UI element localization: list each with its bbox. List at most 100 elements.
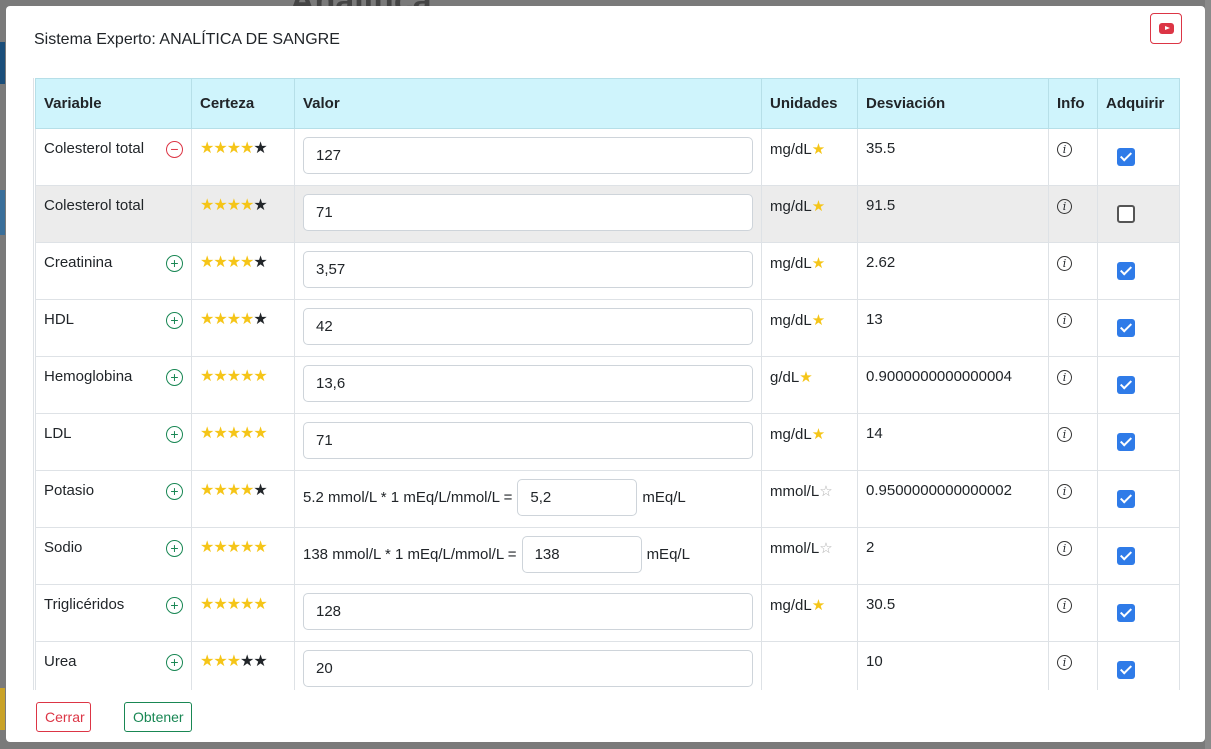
acquire-checkbox[interactable] xyxy=(1117,205,1135,223)
certainty-stars[interactable]: ★★★★★ xyxy=(200,368,268,385)
value-input[interactable] xyxy=(303,365,753,402)
plus-circle-icon[interactable]: + xyxy=(166,483,183,500)
minus-circle-icon[interactable]: − xyxy=(166,141,183,158)
unit-star-icon[interactable]: ★ xyxy=(812,426,825,443)
star-icon[interactable]: ★ xyxy=(240,482,254,499)
acquire-checkbox[interactable] xyxy=(1117,262,1135,280)
info-icon[interactable]: i xyxy=(1057,142,1072,157)
value-input[interactable] xyxy=(303,251,753,288)
certainty-stars[interactable]: ★★★★★ xyxy=(200,140,268,157)
unit-star-outline-icon[interactable]: ☆ xyxy=(819,483,832,500)
star-icon[interactable]: ★ xyxy=(213,425,227,442)
unit-star-icon[interactable]: ★ xyxy=(812,255,825,272)
info-icon[interactable]: i xyxy=(1057,427,1072,442)
value-input[interactable] xyxy=(303,137,753,174)
plus-circle-icon[interactable]: + xyxy=(166,654,183,671)
certainty-stars[interactable]: ★★★★★ xyxy=(200,539,268,556)
value-input[interactable] xyxy=(303,650,753,687)
plus-circle-icon[interactable]: + xyxy=(166,312,183,329)
star-icon[interactable]: ★ xyxy=(200,425,214,442)
info-icon[interactable]: i xyxy=(1057,484,1072,499)
star-icon[interactable]: ★ xyxy=(227,311,241,328)
star-icon[interactable]: ★ xyxy=(227,425,241,442)
value-input[interactable] xyxy=(517,479,638,516)
star-icon[interactable]: ★ xyxy=(200,596,214,613)
acquire-checkbox[interactable] xyxy=(1117,547,1135,565)
star-icon[interactable]: ★ xyxy=(240,311,254,328)
star-icon[interactable]: ★ xyxy=(200,368,214,385)
unit-star-icon[interactable]: ★ xyxy=(812,597,825,614)
certainty-stars[interactable]: ★★★★★ xyxy=(200,653,268,670)
star-icon[interactable]: ★ xyxy=(200,653,214,670)
star-icon[interactable]: ★ xyxy=(200,482,214,499)
star-icon[interactable]: ★ xyxy=(227,254,241,271)
unit-star-icon[interactable]: ★ xyxy=(812,312,825,329)
star-icon[interactable]: ★ xyxy=(253,482,267,499)
plus-circle-icon[interactable]: + xyxy=(166,369,183,386)
star-icon[interactable]: ★ xyxy=(240,425,254,442)
star-icon[interactable]: ★ xyxy=(213,311,227,328)
value-input[interactable] xyxy=(303,422,753,459)
plus-circle-icon[interactable]: + xyxy=(166,597,183,614)
certainty-stars[interactable]: ★★★★★ xyxy=(200,425,268,442)
star-icon[interactable]: ★ xyxy=(227,653,241,670)
plus-circle-icon[interactable]: + xyxy=(166,540,183,557)
info-icon[interactable]: i xyxy=(1057,370,1072,385)
star-icon[interactable]: ★ xyxy=(253,653,267,670)
plus-circle-icon[interactable]: + xyxy=(166,426,183,443)
star-icon[interactable]: ★ xyxy=(253,311,267,328)
info-icon[interactable]: i xyxy=(1057,313,1072,328)
acquire-checkbox[interactable] xyxy=(1117,319,1135,337)
certainty-stars[interactable]: ★★★★★ xyxy=(200,311,268,328)
star-icon[interactable]: ★ xyxy=(200,140,214,157)
unit-star-icon[interactable]: ★ xyxy=(812,198,825,215)
star-icon[interactable]: ★ xyxy=(253,596,267,613)
close-button[interactable]: Cerrar xyxy=(36,702,91,732)
star-icon[interactable]: ★ xyxy=(227,368,241,385)
info-icon[interactable]: i xyxy=(1057,655,1072,670)
star-icon[interactable]: ★ xyxy=(240,254,254,271)
star-icon[interactable]: ★ xyxy=(200,254,214,271)
star-icon[interactable]: ★ xyxy=(213,254,227,271)
value-input[interactable] xyxy=(303,593,753,630)
star-icon[interactable]: ★ xyxy=(240,140,254,157)
certainty-stars[interactable]: ★★★★★ xyxy=(200,596,268,613)
youtube-button[interactable] xyxy=(1150,13,1182,44)
star-icon[interactable]: ★ xyxy=(213,653,227,670)
acquire-checkbox[interactable] xyxy=(1117,604,1135,622)
star-icon[interactable]: ★ xyxy=(227,197,241,214)
star-icon[interactable]: ★ xyxy=(213,197,227,214)
star-icon[interactable]: ★ xyxy=(240,596,254,613)
value-input[interactable] xyxy=(303,194,753,231)
star-icon[interactable]: ★ xyxy=(227,482,241,499)
acquire-checkbox[interactable] xyxy=(1117,376,1135,394)
certainty-stars[interactable]: ★★★★★ xyxy=(200,197,268,214)
star-icon[interactable]: ★ xyxy=(227,140,241,157)
value-input[interactable] xyxy=(303,308,753,345)
star-icon[interactable]: ★ xyxy=(240,653,254,670)
star-icon[interactable]: ★ xyxy=(253,539,267,556)
plus-circle-icon[interactable]: + xyxy=(166,255,183,272)
unit-star-icon[interactable]: ★ xyxy=(799,369,812,386)
acquire-checkbox[interactable] xyxy=(1117,490,1135,508)
info-icon[interactable]: i xyxy=(1057,541,1072,556)
unit-star-outline-icon[interactable]: ☆ xyxy=(819,540,832,557)
certainty-stars[interactable]: ★★★★★ xyxy=(200,254,268,271)
unit-star-icon[interactable]: ★ xyxy=(812,141,825,158)
acquire-checkbox[interactable] xyxy=(1117,433,1135,451)
star-icon[interactable]: ★ xyxy=(213,596,227,613)
star-icon[interactable]: ★ xyxy=(213,482,227,499)
star-icon[interactable]: ★ xyxy=(227,596,241,613)
star-icon[interactable]: ★ xyxy=(213,368,227,385)
star-icon[interactable]: ★ xyxy=(213,539,227,556)
star-icon[interactable]: ★ xyxy=(253,197,267,214)
star-icon[interactable]: ★ xyxy=(200,311,214,328)
acquire-checkbox[interactable] xyxy=(1117,148,1135,166)
star-icon[interactable]: ★ xyxy=(253,425,267,442)
star-icon[interactable]: ★ xyxy=(200,197,214,214)
star-icon[interactable]: ★ xyxy=(240,197,254,214)
star-icon[interactable]: ★ xyxy=(227,539,241,556)
info-icon[interactable]: i xyxy=(1057,256,1072,271)
star-icon[interactable]: ★ xyxy=(253,254,267,271)
certainty-stars[interactable]: ★★★★★ xyxy=(200,482,268,499)
